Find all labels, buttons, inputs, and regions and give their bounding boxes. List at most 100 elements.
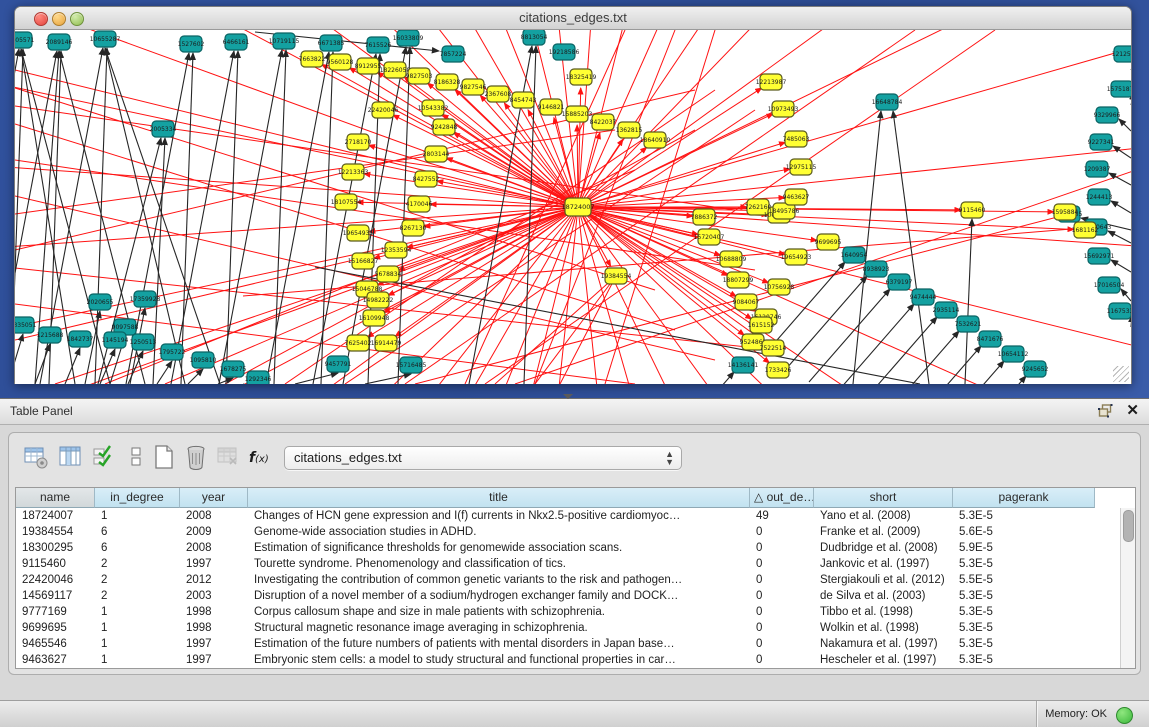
table-cell[interactable]: 2 (95, 556, 180, 572)
table-mode-icon[interactable] (23, 444, 49, 470)
table-cell[interactable]: Estimation of the future numbers of pati… (248, 636, 750, 652)
graph-node[interactable]: 7615526 (365, 37, 392, 53)
table-cell[interactable]: 0 (750, 620, 814, 636)
graph-node[interactable]: 16648784 (872, 94, 903, 110)
graph-node[interactable]: 22420046 (368, 102, 399, 118)
graph-node[interactable]: 8912955 (355, 58, 382, 74)
graph-node[interactable]: 4170046 (406, 196, 433, 212)
table-cell[interactable]: Yano et al. (2008) (814, 508, 953, 524)
table-row[interactable]: 2242004622012Investigating the contribut… (16, 572, 1121, 588)
graph-node[interactable]: 18325419 (566, 69, 597, 85)
graph-node[interactable]: 14982222 (363, 292, 394, 308)
graph-node[interactable]: 8186328 (434, 74, 461, 90)
graph-node[interactable]: 8422037 (590, 114, 617, 130)
table-row[interactable]: 911546021997Tourette syndrome. Phenomeno… (16, 556, 1121, 572)
graph-node[interactable]: 18107554 (331, 194, 362, 210)
row-height-icon[interactable] (123, 444, 149, 470)
graph-node[interactable]: 9827546 (460, 79, 487, 95)
table-cell[interactable]: 5.9E-5 (953, 540, 1095, 556)
table-cell[interactable]: 5.3E-5 (953, 604, 1095, 620)
table-cell[interactable]: 1998 (180, 604, 248, 620)
show-columns-icon[interactable] (57, 444, 83, 470)
table-cell[interactable]: 9777169 (16, 604, 95, 620)
float-panel-icon[interactable] (1098, 404, 1113, 418)
graph-node[interactable]: 9457791 (325, 356, 352, 372)
graph-node[interactable]: 9474444 (910, 289, 937, 305)
table-cell[interactable]: 5.3E-5 (953, 588, 1095, 604)
table-cell[interactable]: 2008 (180, 540, 248, 556)
column-header-title[interactable]: title (248, 488, 750, 508)
column-header-pagerank[interactable]: pagerank (953, 488, 1095, 508)
table-row[interactable]: 946362711997Embryonic stem cells: a mode… (16, 652, 1121, 668)
graph-node[interactable]: 1640954 (841, 247, 868, 263)
graph-node[interactable]: 1678275 (220, 361, 247, 377)
table-cell[interactable]: 1997 (180, 652, 248, 668)
function-builder-icon[interactable]: f (x) (247, 444, 273, 470)
table-selector[interactable]: citations_edges.txt ▲▼ (284, 446, 682, 470)
graph-node[interactable]: 6671385 (318, 35, 345, 51)
table-cell[interactable]: Wolkin et al. (1998) (814, 620, 953, 636)
graph-node[interactable]: 1595884 (1052, 204, 1079, 220)
graph-node[interactable]: 2005334 (150, 121, 177, 137)
graph-node[interactable]: 12213987 (756, 74, 787, 90)
graph-node[interactable]: 7485063 (783, 131, 810, 147)
table-cell[interactable]: Investigating the contribution of common… (248, 572, 750, 588)
table-cell[interactable]: 1 (95, 652, 180, 668)
graph-node[interactable]: 9084067 (733, 294, 760, 310)
table-cell[interactable]: Structural magnetic resonance image aver… (248, 620, 750, 636)
table-row[interactable]: 969969511998Structural magnetic resonanc… (16, 620, 1121, 636)
graph-node[interactable]: 6466161 (223, 34, 250, 50)
graph-node[interactable]: 7522514 (760, 340, 787, 356)
graph-node[interactable]: 1215688 (37, 327, 64, 343)
graph-node[interactable]: 9146821 (538, 99, 565, 115)
graph-node[interactable]: 15720407 (694, 229, 725, 245)
table-cell[interactable]: 1997 (180, 556, 248, 572)
graph-node[interactable]: 7886372 (691, 209, 718, 225)
table-cell[interactable]: 1 (95, 636, 180, 652)
splitter-grip-icon[interactable] (563, 394, 573, 399)
graph-node[interactable]: 9245652 (1022, 361, 1049, 377)
table-cell[interactable]: Stergiakouli et al. (2012) (814, 572, 953, 588)
table-cell[interactable]: 1 (95, 508, 180, 524)
graph-node[interactable]: 1733426 (765, 362, 792, 378)
graph-node[interactable]: 1212539 (1112, 46, 1131, 62)
graph-node[interactable]: 17016504 (1094, 277, 1125, 293)
graph-node[interactable]: 19654935 (343, 225, 374, 241)
graph-node[interactable]: 19218586 (549, 44, 580, 60)
table-cell[interactable]: 0 (750, 636, 814, 652)
table-cell[interactable]: Changes of HCN gene expression and I(f) … (248, 508, 750, 524)
graph-node[interactable]: 14136141 (728, 357, 759, 373)
table-cell[interactable]: 6 (95, 540, 180, 556)
graph-node[interactable]: 12975115 (786, 159, 817, 175)
table-row[interactable]: 977716911998Corpus callosum shape and si… (16, 604, 1121, 620)
delete-table-icon[interactable] (183, 444, 209, 470)
table-cell[interactable]: 18300295 (16, 540, 95, 556)
graph-node[interactable]: 15692971 (1084, 248, 1115, 264)
table-cell[interactable]: 9115460 (16, 556, 95, 572)
table-cell[interactable]: 9465546 (16, 636, 95, 652)
table-row[interactable]: 1456911722003Disruption of a novel membe… (16, 588, 1121, 604)
column-header-in_degree[interactable]: in_degree (95, 488, 180, 508)
table-cell[interactable]: Corpus callosum shape and size in male p… (248, 604, 750, 620)
graph-node[interactable]: 1145194 (102, 332, 129, 348)
table-cell[interactable]: Tourette syndrome. Phenomenology and cla… (248, 556, 750, 572)
graph-node[interactable]: 1167533 (1107, 303, 1131, 319)
graph-node[interactable]: 1405571 (15, 32, 35, 48)
graph-node[interactable]: 1292346 (245, 371, 272, 384)
window-resize-grip[interactable] (1113, 366, 1129, 382)
table-cell[interactable]: 22420046 (16, 572, 95, 588)
network-graph[interactable]: 1405571208914610655287152760264661611071… (15, 30, 1131, 384)
table-cell[interactable]: 0 (750, 572, 814, 588)
table-cell[interactable]: 0 (750, 524, 814, 540)
table-cell[interactable]: Disruption of a novel member of a sodium… (248, 588, 750, 604)
graph-node[interactable]: 9463627 (783, 189, 810, 205)
graph-node[interactable]: 10973493 (768, 101, 799, 117)
table-cell[interactable]: 1997 (180, 636, 248, 652)
graph-node[interactable]: 12353594 (381, 242, 412, 258)
table-cell[interactable]: 0 (750, 556, 814, 572)
table-scrollbar-thumb[interactable] (1123, 510, 1134, 542)
graph-node[interactable]: 10655287 (90, 31, 121, 47)
table-cell[interactable]: Jankovic et al. (1997) (814, 556, 953, 572)
graph-node[interactable]: 7663822 (299, 51, 326, 67)
graph-node[interactable]: 7625402 (345, 335, 372, 351)
